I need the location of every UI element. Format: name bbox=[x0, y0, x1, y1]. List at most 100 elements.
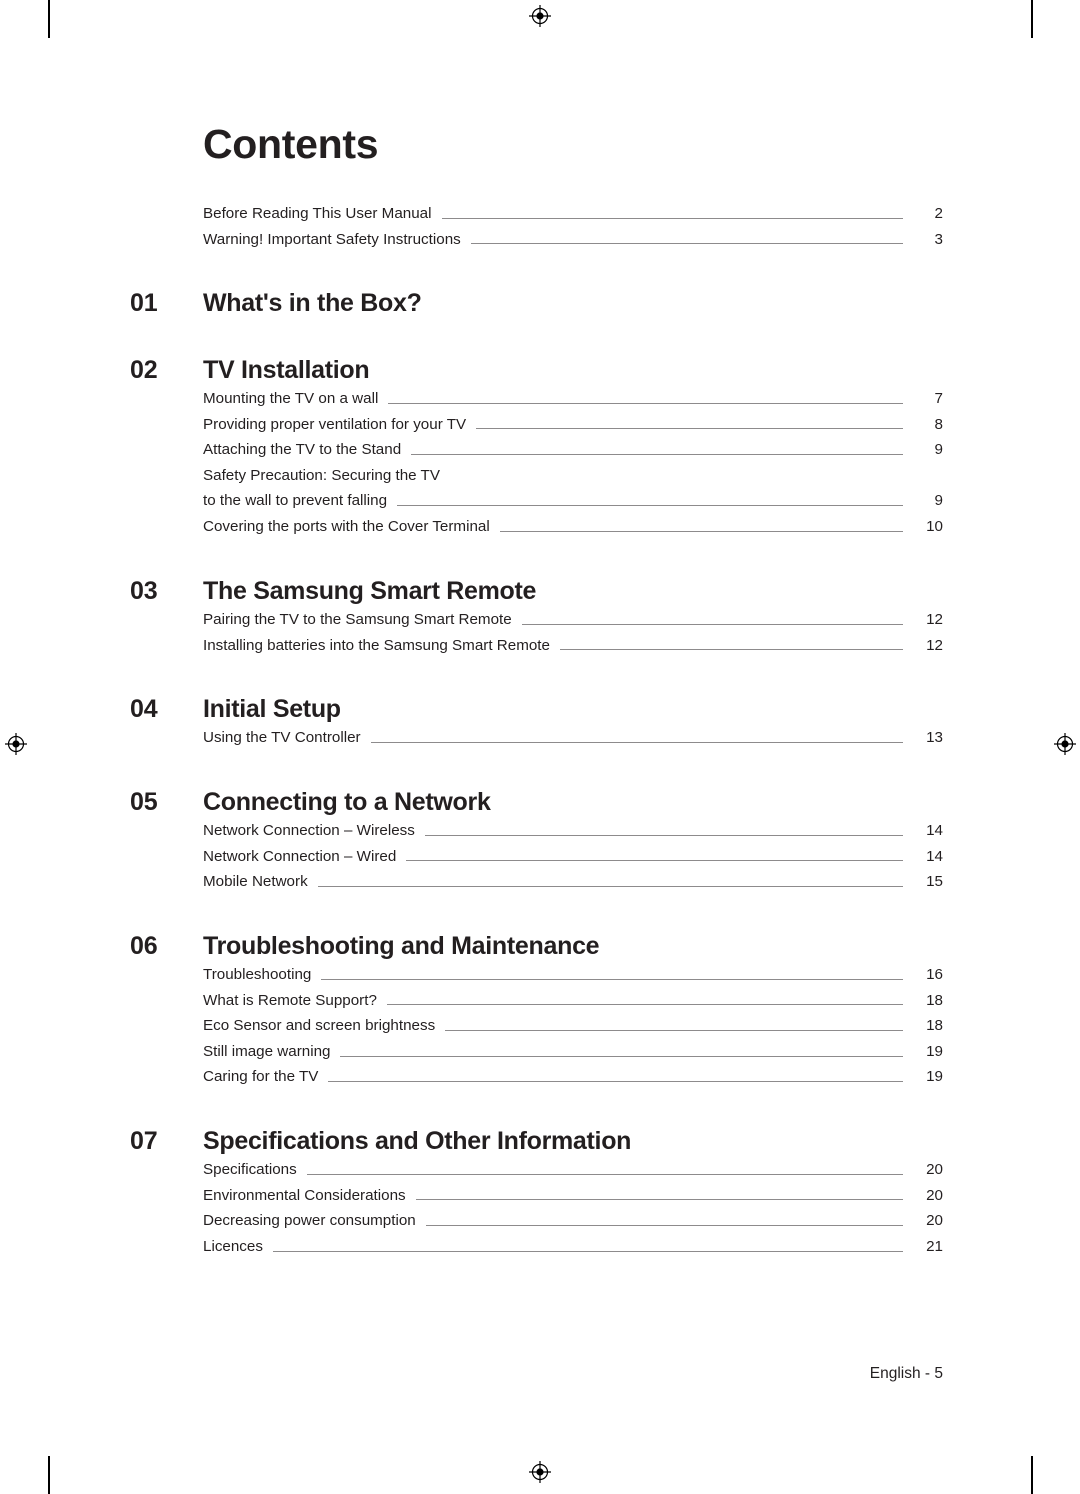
toc-leader-line bbox=[445, 1029, 903, 1031]
toc-page-number: 18 bbox=[926, 1017, 943, 1035]
toc-entry[interactable]: Providing proper ventilation for your TV… bbox=[203, 416, 943, 442]
toc-entry[interactable]: Mounting the TV on a wall 7 bbox=[203, 390, 943, 416]
toc-page-number: 12 bbox=[926, 611, 943, 628]
toc-entry-label: Mobile Network bbox=[203, 873, 308, 891]
toc-chapter-number: 01 bbox=[130, 289, 158, 317]
toc-entry-label: Eco Sensor and screen brightness bbox=[203, 1017, 436, 1035]
toc-leader-line bbox=[272, 1250, 904, 1252]
toc-page-number: 9 bbox=[934, 492, 943, 510]
page-footer: English - 5 bbox=[869, 1365, 943, 1382]
toc-chapter-entries: Specifications 20 Environmental Considerat… bbox=[203, 1161, 943, 1263]
toc-leader-line bbox=[370, 741, 904, 743]
toc-entry[interactable]: Specifications 20 bbox=[203, 1161, 943, 1187]
toc-leader-line bbox=[476, 428, 903, 430]
toc-chapter-title: The Samsung Smart Remote bbox=[203, 577, 537, 605]
toc-page-number: 20 bbox=[926, 1186, 943, 1204]
toc-chapter: 06 Troubleshooting and Maintenance Trouble… bbox=[130, 932, 943, 1094]
toc-leader-line bbox=[521, 623, 904, 625]
toc-chapter-heading[interactable]: 06 Troubleshooting and Maintenance bbox=[130, 932, 943, 961]
toc-entry[interactable]: Network Connection – Wired 14 bbox=[203, 848, 943, 874]
toc-entry-label: to the wall to prevent falling bbox=[203, 492, 388, 510]
toc-page-number: 19 bbox=[926, 1068, 943, 1086]
toc-chapter-heading[interactable]: 05 Connecting to a Network bbox=[130, 788, 943, 817]
toc-entry-label: Before Reading This User Manual bbox=[203, 205, 432, 222]
toc-chapter-entries: Network Connection – Wireless 14 Network C… bbox=[203, 822, 943, 899]
toc-entry[interactable]: Caring for the TV 19 bbox=[203, 1068, 943, 1094]
toc-chapter-title: Initial Setup bbox=[203, 695, 341, 723]
toc-leader-line bbox=[406, 860, 903, 862]
toc-entry-label: Covering the ports with the Cover Termin… bbox=[203, 517, 490, 535]
toc-entry[interactable]: Mobile Network 15 bbox=[203, 873, 943, 899]
toc-leader-line bbox=[340, 1055, 903, 1057]
toc-chapter-title: Troubleshooting and Maintenance bbox=[203, 932, 600, 960]
page-title: Contents bbox=[203, 121, 379, 167]
toc-chapter-heading[interactable]: 07 Specifications and Other Information bbox=[130, 1127, 943, 1156]
toc-entry[interactable]: to the wall to prevent falling 9 bbox=[203, 492, 943, 518]
toc-leader-line bbox=[328, 1081, 903, 1083]
toc-leader-line bbox=[499, 530, 904, 532]
toc-page-number: 15 bbox=[926, 873, 943, 891]
toc-leader-line bbox=[411, 453, 903, 455]
toc-entry[interactable]: Licences 21 bbox=[203, 1238, 943, 1264]
toc-chapter: 04 Initial Setup Using the TV Controller 13 bbox=[130, 695, 943, 755]
toc-leader-line bbox=[424, 834, 904, 836]
toc-entry[interactable]: Using the TV Controller 13 bbox=[203, 729, 943, 755]
toc-entry[interactable]: Installing batteries into the Samsung Sm… bbox=[203, 637, 943, 663]
toc-entry[interactable]: Eco Sensor and screen brightness 18 bbox=[203, 1017, 943, 1043]
toc-entry[interactable]: Attaching the TV to the Stand 9 bbox=[203, 441, 943, 467]
toc-entry[interactable]: Safety Precaution: Securing the TV bbox=[203, 467, 943, 493]
toc-leader-line bbox=[415, 1199, 904, 1201]
toc-chapter-number: 06 bbox=[130, 932, 158, 960]
contents-page: Contents Before Reading This User Manual… bbox=[0, 0, 1080, 1494]
toc-chapter-number: 05 bbox=[130, 788, 158, 816]
toc-page-number: 21 bbox=[926, 1237, 943, 1255]
toc-chapter-title: What's in the Box? bbox=[203, 289, 422, 317]
toc-chapter-entries: Mounting the TV on a wall 7 Providing prop… bbox=[203, 390, 943, 544]
toc-entry[interactable]: Environmental Considerations 20 bbox=[203, 1187, 943, 1213]
toc-page-number: 16 bbox=[926, 966, 943, 983]
toc-entry[interactable]: Pairing the TV to the Samsung Smart Remo… bbox=[203, 611, 943, 637]
toc-entry-label: What is Remote Support? bbox=[203, 991, 377, 1009]
toc-chapter-heading[interactable]: 02 TV Installation bbox=[130, 356, 943, 385]
toc-entry[interactable]: Troubleshooting 16 bbox=[203, 966, 943, 992]
toc-entry-label: Warning! Important Safety Instructions bbox=[203, 230, 461, 248]
toc-page-number: 13 bbox=[926, 729, 943, 746]
toc-entry[interactable]: Decreasing power consumption 20 bbox=[203, 1212, 943, 1238]
toc-leader-line bbox=[450, 479, 903, 480]
frontmatter-entries: Before Reading This User Manual 2 Warning!… bbox=[203, 205, 943, 256]
toc-chapter-entries: Pairing the TV to the Samsung Smart Remo… bbox=[203, 611, 943, 662]
toc-chapter-number: 03 bbox=[130, 577, 158, 605]
toc-leader-line bbox=[559, 649, 904, 651]
toc-page-number: 3 bbox=[934, 230, 943, 248]
toc-chapter-heading[interactable]: 03 The Samsung Smart Remote bbox=[130, 577, 943, 606]
toc-page-number: 18 bbox=[926, 991, 943, 1009]
toc-chapter: 03 The Samsung Smart Remote Pairing the TV… bbox=[130, 577, 943, 662]
toc-entry[interactable]: Network Connection – Wireless 14 bbox=[203, 822, 943, 848]
toc-chapter-heading[interactable]: 04 Initial Setup bbox=[130, 695, 943, 724]
toc-chapter-entries: Using the TV Controller 13 bbox=[203, 729, 943, 755]
toc-entry-label: Safety Precaution: Securing the TV bbox=[203, 466, 440, 484]
toc-page-number: 20 bbox=[926, 1161, 943, 1178]
toc-entry-label: Mounting the TV on a wall bbox=[203, 390, 379, 407]
toc-entry-label: Still image warning bbox=[203, 1042, 331, 1060]
toc-entry[interactable]: What is Remote Support? 18 bbox=[203, 992, 943, 1018]
toc-entry-label: Network Connection – Wireless bbox=[203, 822, 415, 839]
toc-chapter-title: Specifications and Other Information bbox=[203, 1127, 632, 1155]
toc-leader-line bbox=[317, 885, 904, 887]
toc-page-number: 19 bbox=[926, 1042, 943, 1060]
toc-chapter-title: TV Installation bbox=[203, 356, 370, 384]
toc-chapter-entries: Troubleshooting 16 What is Remote Support?… bbox=[203, 966, 943, 1094]
toc-leader-line bbox=[470, 243, 904, 245]
toc-entry[interactable]: Before Reading This User Manual 2 bbox=[203, 205, 943, 231]
toc-entry-label: Pairing the TV to the Samsung Smart Remo… bbox=[203, 611, 512, 628]
toc-entry[interactable]: Covering the ports with the Cover Termin… bbox=[203, 518, 943, 544]
toc-chapter: 07 Specifications and Other Information Sp… bbox=[130, 1127, 943, 1263]
toc-entry[interactable]: Still image warning 19 bbox=[203, 1043, 943, 1069]
toc-page-number: 9 bbox=[934, 441, 943, 459]
toc-chapter: 01 What's in the Box? bbox=[130, 289, 943, 320]
toc-chapter-heading[interactable]: 01 What's in the Box? bbox=[130, 289, 943, 318]
toc-entry-label: Network Connection – Wired bbox=[203, 847, 397, 865]
toc-entry[interactable]: Warning! Important Safety Instructions 3 bbox=[203, 231, 943, 257]
toc-page-number: 2 bbox=[934, 205, 943, 222]
toc-page-number: 7 bbox=[934, 390, 943, 407]
